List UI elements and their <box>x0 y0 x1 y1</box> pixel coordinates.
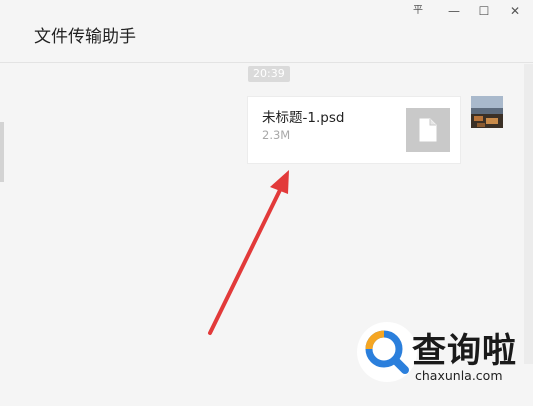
magnifier-logo-icon <box>358 323 416 381</box>
watermark: 查询啦 chaxunla.com <box>357 322 527 386</box>
watermark-url: chaxunla.com <box>415 368 503 383</box>
watermark-logo-text: 查询啦 <box>412 331 517 371</box>
watermark-logo-circle <box>357 322 417 382</box>
